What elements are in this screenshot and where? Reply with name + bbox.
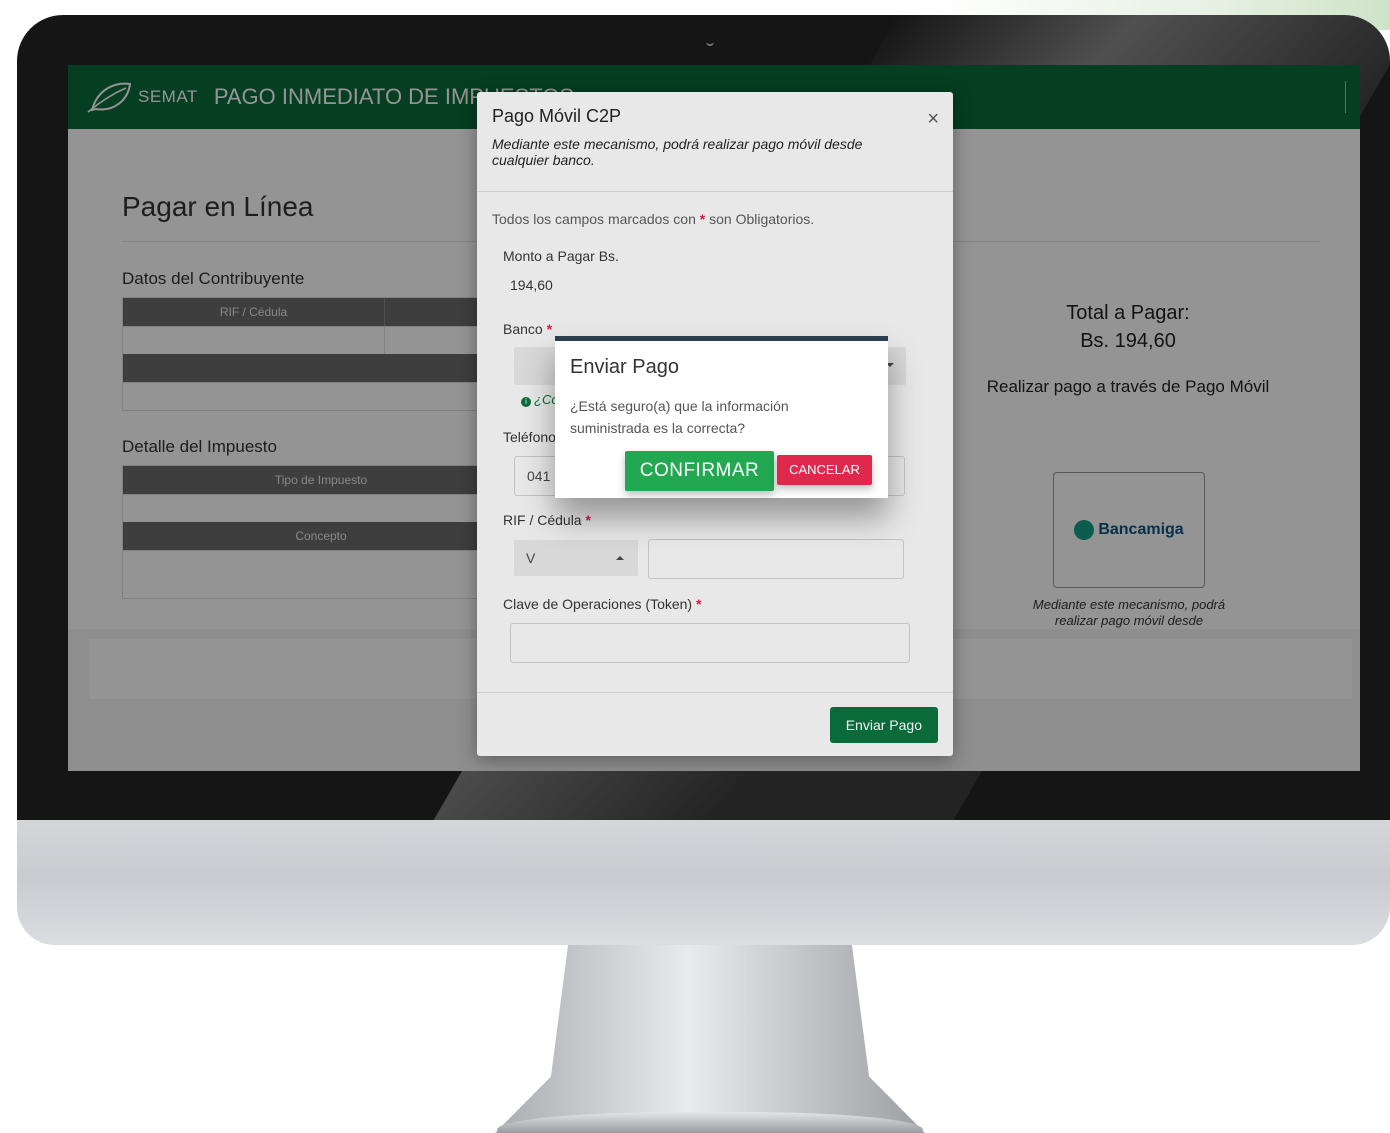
enviar-pago-button[interactable]: Enviar Pago: [829, 707, 938, 743]
confirm-message: ¿Está seguro(a) que la información sumin…: [570, 398, 789, 436]
banco-hint[interactable]: i ¿Co: [521, 392, 559, 407]
modal-subtitle: Mediante este mecanismo, podrá realizar …: [492, 136, 863, 168]
monitor-stand-foot: [497, 1112, 923, 1133]
camera-icon: [706, 38, 714, 46]
cancel-button[interactable]: CANCELAR: [777, 455, 872, 485]
confirm-button[interactable]: CONFIRMAR: [625, 451, 774, 491]
close-icon[interactable]: ×: [927, 108, 939, 131]
monitor-stand: [495, 945, 925, 1133]
modal-header: Pago Móvil C2P Mediante este mecanismo, …: [477, 92, 953, 192]
confirm-title: Enviar Pago: [570, 356, 679, 378]
token-label-text: Clave de Operaciones (Token): [503, 596, 693, 612]
rif-type-value: V: [526, 550, 536, 566]
required-mark: *: [699, 211, 706, 227]
screen: SEMAT PAGO INMEDIATO DE IMPUESTOS Pagar …: [68, 65, 1360, 771]
rif-label-text: RIF / Cédula: [503, 512, 582, 528]
required-mark: *: [696, 596, 702, 612]
telefono-label: Teléfono: [503, 429, 556, 445]
info-icon: i: [521, 397, 531, 407]
monitor-chin: [17, 820, 1390, 945]
required-note-prefix: Todos los campos marcados con: [492, 211, 696, 227]
modal-title: Pago Móvil C2P: [492, 106, 622, 126]
banco-label: Banco *: [503, 321, 552, 337]
rif-number-input[interactable]: [648, 539, 904, 579]
token-label: Clave de Operaciones (Token) *: [503, 596, 701, 612]
token-input[interactable]: [510, 623, 910, 663]
confirm-dialog: Enviar Pago ¿Está seguro(a) que la infor…: [555, 336, 888, 498]
banco-label-text: Banco: [503, 321, 543, 337]
chevron-up-icon: [616, 556, 624, 560]
modal-footer-divider: [477, 692, 953, 693]
required-note-suffix: son Obligatorios.: [709, 211, 815, 227]
required-mark: *: [546, 321, 553, 337]
rif-label: RIF / Cédula *: [503, 512, 591, 528]
rif-type-select[interactable]: V: [514, 540, 638, 576]
required-mark: *: [585, 512, 591, 528]
monto-label: Monto a Pagar Bs.: [503, 248, 619, 264]
required-fields-note: Todos los campos marcados con * son Obli…: [492, 211, 814, 227]
monto-value: 194,60: [510, 277, 553, 293]
